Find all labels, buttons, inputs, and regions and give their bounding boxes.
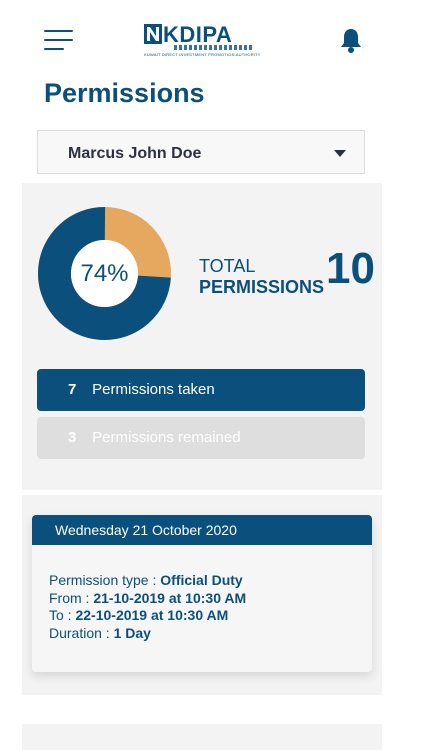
permission-to-label: To : — [49, 607, 76, 623]
kdipa-logo: KDIPA KUWAIT DIRECT INVESTMENT PROMOTION… — [144, 22, 261, 60]
permission-from-value: 21-10-2019 at 10:30 AM — [93, 589, 247, 606]
permissions-taken-row[interactable]: 7 Permissions taken — [37, 369, 365, 411]
total-permissions-value: 10 — [326, 244, 375, 293]
hamburger-menu-icon[interactable] — [44, 30, 74, 50]
bell-icon[interactable] — [340, 27, 362, 53]
taken-count: 7 — [68, 381, 77, 398]
permission-type-row: Permission type : Official Duty — [49, 572, 246, 590]
total-label-line-1: TOTAL — [199, 256, 256, 276]
permission-type-value: Official Duty — [160, 572, 243, 588]
permission-details: Permission type : Official Duty From : 2… — [49, 572, 246, 642]
page-title: Permissions — [44, 78, 205, 108]
permission-list-section: Wednesday 21 October 2020 Permission typ… — [22, 495, 382, 695]
logo-arabic-script — [174, 45, 254, 50]
permission-date: Wednesday 21 October 2020 — [32, 515, 372, 545]
employee-select[interactable]: Marcus John Doe — [37, 130, 365, 174]
remained-count: 3 — [68, 429, 77, 446]
permission-duration-value: 1 Day — [113, 624, 151, 641]
total-permissions-label: TOTAL PERMISSIONS — [199, 256, 324, 298]
kdipa-logo-mark-icon — [144, 24, 162, 44]
permission-to-value: 22-10-2019 at 10:30 AM — [75, 607, 229, 623]
logo-subtitle: KUWAIT DIRECT INVESTMENT PROMOTION AUTHO… — [144, 52, 261, 57]
caret-down-icon — [334, 150, 346, 157]
permissions-summary-card: 74% TOTAL PERMISSIONS 10 7 Permissions t… — [22, 183, 382, 490]
remained-label: Permissions remained — [92, 429, 241, 446]
permission-card[interactable]: Wednesday 21 October 2020 Permission typ… — [32, 515, 372, 672]
permission-from-row: From : 21-10-2019 at 10:30 AM — [49, 590, 246, 608]
permission-type-label: Permission type : — [49, 572, 161, 588]
permissions-remained-row[interactable]: 3 Permissions remained — [37, 417, 365, 459]
next-permission-card — [22, 724, 382, 750]
selected-employee: Marcus John Doe — [68, 145, 202, 162]
permission-duration-label: Duration : — [49, 624, 114, 641]
permission-duration-row: Duration : 1 Day — [49, 625, 246, 643]
taken-label: Permissions taken — [92, 381, 215, 398]
total-label-line-2: PERMISSIONS — [199, 277, 325, 297]
permissions-screen: KDIPA KUWAIT DIRECT INVESTMENT PROMOTION… — [0, 0, 422, 750]
donut-percent-label: 74% — [80, 260, 129, 287]
permission-to-row: To : 22-10-2019 at 10:30 AM — [49, 607, 246, 625]
permission-from-label: From : — [49, 589, 94, 606]
